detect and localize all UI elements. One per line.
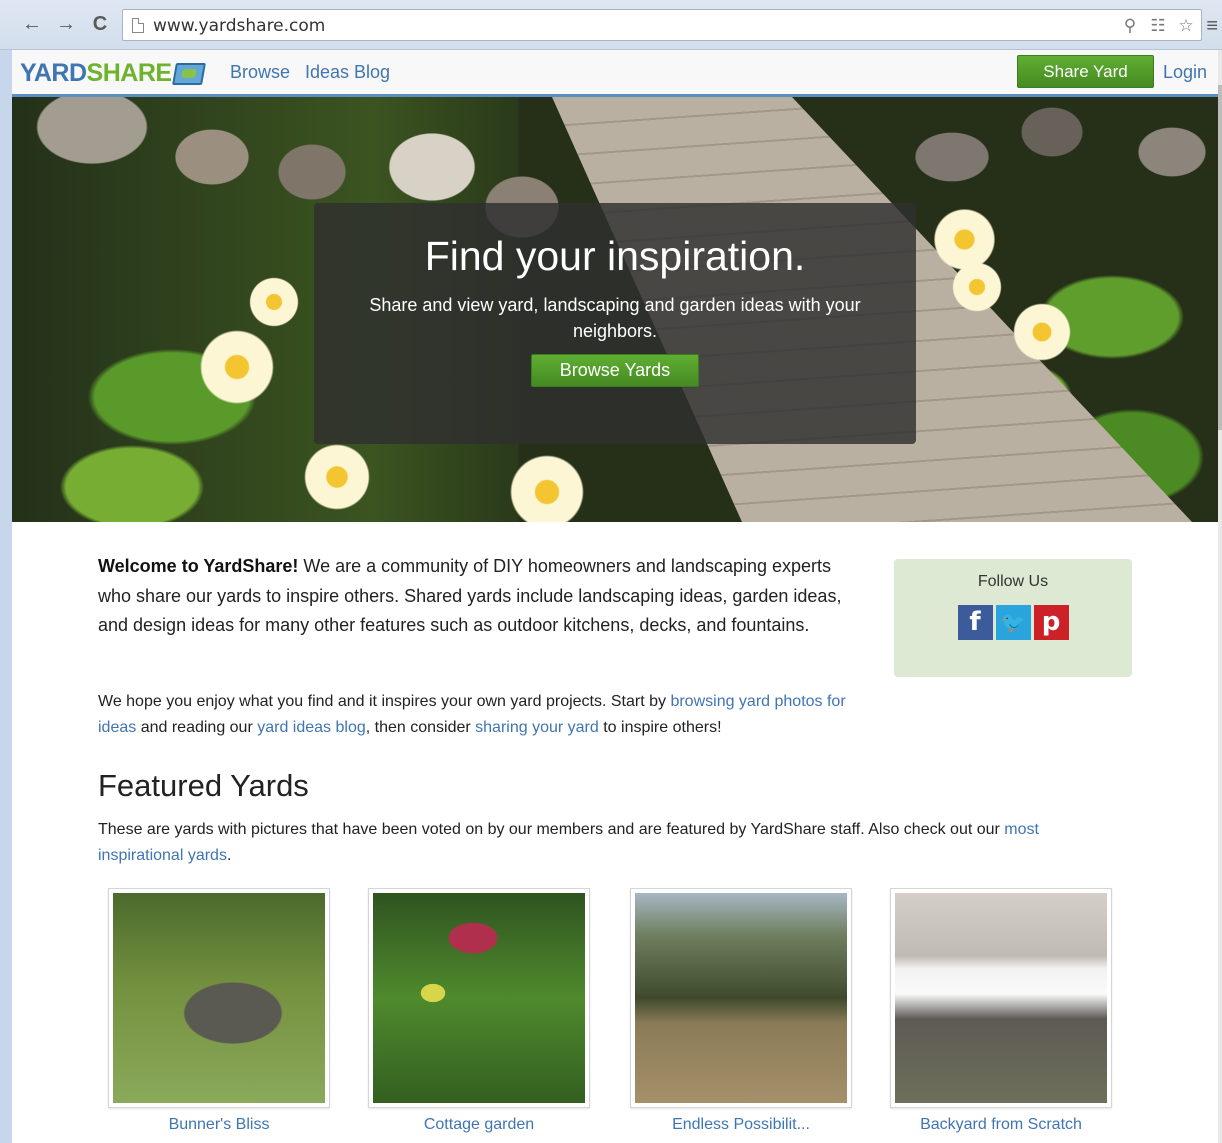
page-icon	[132, 18, 144, 33]
follow-us-title: Follow Us	[977, 573, 1049, 590]
page-viewport: YARDSHARE Browse Ideas Blog Share Yard L…	[12, 50, 1218, 1143]
intro-text: , then consider	[365, 719, 476, 736]
translate-icon[interactable]: ☷	[1147, 15, 1169, 37]
yard-thumbnail[interactable]	[108, 888, 330, 1108]
intro-text: We hope you enjoy what you find and it i…	[98, 693, 671, 710]
welcome-paragraph: Welcome to YardShare! We are a community…	[98, 552, 868, 641]
yard-card[interactable]: Backyard from Scratch	[890, 888, 1112, 1134]
sharing-your-yard-link[interactable]: sharing your yard	[475, 719, 599, 736]
yard-card-label[interactable]: Backyard from Scratch	[890, 1116, 1112, 1134]
yard-ideas-blog-link[interactable]: yard ideas blog	[257, 719, 366, 736]
hero-banner: Find your inspiration. Share and view ya…	[12, 97, 1218, 522]
yard-card[interactable]: Endless Possibilit...	[630, 888, 852, 1134]
yard-card-label[interactable]: Endless Possibilit...	[630, 1116, 852, 1134]
site-header: YARDSHARE Browse Ideas Blog Share Yard L…	[12, 50, 1218, 97]
yard-card-label[interactable]: Bunner's Bliss	[108, 1116, 330, 1134]
star-icon[interactable]: ☆	[1175, 15, 1197, 37]
lily-flower-image	[947, 257, 1007, 317]
featured-yards-heading: Featured Yards	[98, 768, 309, 803]
nav-browse-link[interactable]: Browse	[230, 62, 290, 83]
yard-thumbnail[interactable]	[630, 888, 852, 1108]
logo-text-share: SHARE	[86, 59, 173, 87]
intro-paragraph: We hope you enjoy what you find and it i…	[98, 689, 858, 741]
yard-thumbnail[interactable]	[368, 888, 590, 1108]
intro-text: and reading our	[136, 719, 258, 736]
browse-yards-button[interactable]: Browse Yards	[531, 354, 699, 387]
lily-flower-image	[502, 447, 592, 522]
facebook-icon[interactable]: f	[957, 605, 993, 640]
logo-text-yard: YARD	[20, 59, 87, 87]
follow-us-box: Follow Us f 🐦 p	[894, 559, 1132, 677]
yard-thumbnail[interactable]	[890, 888, 1112, 1108]
address-bar[interactable]: www.yardshare.com ⚲ ☷ ☆	[122, 9, 1202, 41]
hero-title: Find your inspiration.	[424, 233, 806, 279]
pinterest-icon[interactable]: p	[1033, 605, 1069, 640]
featured-description: These are yards with pictures that have …	[98, 817, 1118, 869]
yard-card-label[interactable]: Cottage garden	[368, 1116, 590, 1134]
logo-badge-icon	[171, 62, 206, 85]
zoom-icon[interactable]: ⚲	[1119, 15, 1141, 37]
url-text: www.yardshare.com	[153, 16, 326, 36]
hero-panel: Find your inspiration. Share and view ya…	[314, 203, 916, 444]
intro-text: to inspire others!	[598, 719, 722, 736]
twitter-icon[interactable]: 🐦	[995, 605, 1031, 640]
page-scroll-thumb[interactable]	[1218, 85, 1222, 430]
featured-yards-grid: Bunner's Bliss Cottage garden Endless Po…	[108, 888, 1118, 1143]
menu-icon[interactable]: ≡	[1206, 15, 1218, 38]
featured-desc-end: .	[226, 847, 232, 864]
lily-flower-image	[244, 272, 304, 332]
featured-desc-text: These are yards with pictures that have …	[98, 821, 1005, 838]
lily-flower-image	[1007, 297, 1077, 367]
lily-flower-image	[297, 437, 377, 517]
yard-card[interactable]: Cottage garden	[368, 888, 590, 1134]
yardshare-logo[interactable]: YARDSHARE	[20, 59, 206, 88]
share-yard-button[interactable]: Share Yard	[1017, 55, 1154, 88]
login-link[interactable]: Login	[1163, 62, 1207, 83]
lily-flower-image	[192, 322, 282, 412]
forward-button[interactable]: →	[54, 12, 78, 36]
hero-subtitle: Share and view yard, landscaping and gar…	[369, 295, 861, 341]
nav-ideas-blog-link[interactable]: Ideas Blog	[305, 62, 390, 83]
browser-toolbar: ← → C www.yardshare.com ⚲ ☷ ☆ ≡	[0, 0, 1222, 50]
welcome-heading: Welcome to YardShare!	[98, 556, 299, 576]
reload-button[interactable]: C	[88, 12, 112, 36]
yard-card[interactable]: Bunner's Bliss	[108, 888, 330, 1134]
back-button[interactable]: ←	[20, 12, 44, 36]
